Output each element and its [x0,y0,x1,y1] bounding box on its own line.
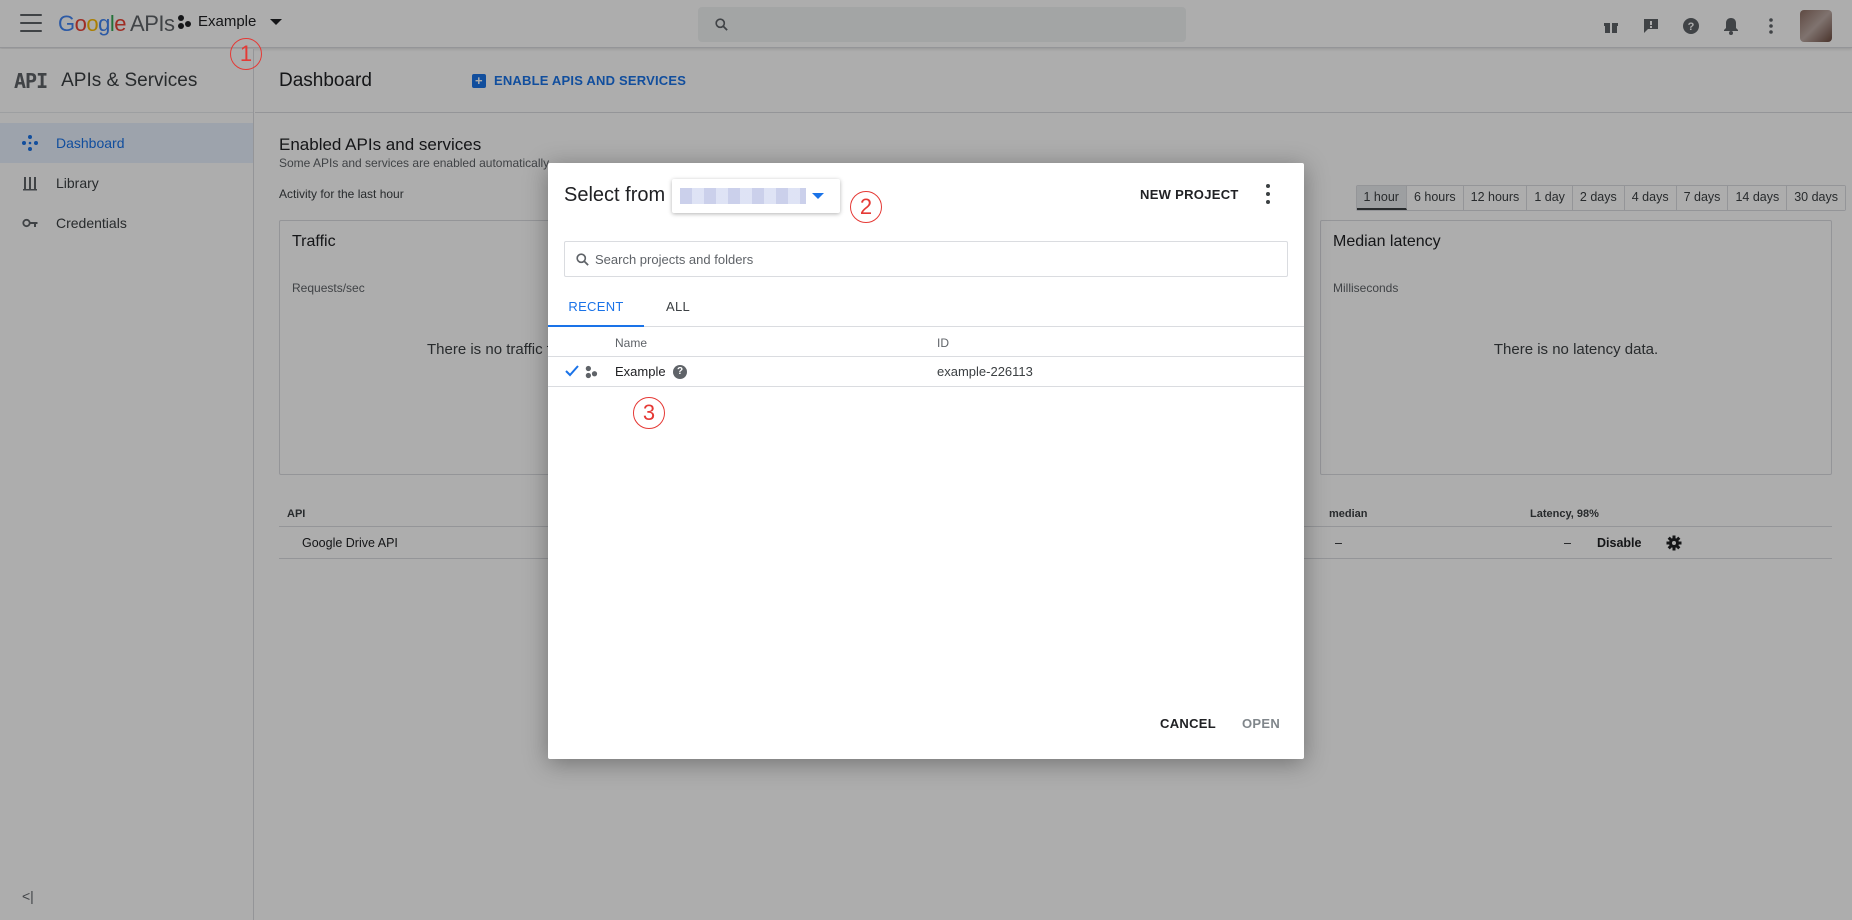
project-search-input[interactable] [595,242,1275,276]
help-icon[interactable]: ? [673,365,687,379]
select-project-dialog: Select from NEW PROJECT RECENT ALL Name … [548,163,1304,759]
more-vert-icon[interactable] [1263,184,1273,204]
chevron-down-icon [812,193,824,199]
new-project-button[interactable]: NEW PROJECT [1140,187,1239,202]
table-row[interactable]: Example ? example-226113 [548,357,1304,387]
project-table-header: Name ID [548,327,1304,357]
col-id: ID [937,336,949,350]
dialog-title: Select from [564,184,666,206]
dialog-tabs: RECENT ALL [548,291,1304,327]
col-name: Name [615,336,648,350]
annotation-marker: 3 [633,397,665,429]
tab-recent[interactable]: RECENT [548,291,644,327]
project-name: Example [615,364,666,379]
tab-all[interactable]: ALL [644,291,712,327]
checkmark-icon [565,365,579,377]
project-dots-icon [585,365,598,379]
cancel-button[interactable]: CANCEL [1160,716,1216,731]
redacted-organization-name [680,188,806,204]
project-id: example-226113 [937,364,1033,379]
annotation-marker: 1 [230,38,262,70]
organization-select[interactable] [672,179,840,213]
project-search-field[interactable] [564,241,1288,277]
annotation-marker: 2 [850,191,882,223]
open-button[interactable]: OPEN [1242,716,1280,731]
search-icon [576,253,589,266]
